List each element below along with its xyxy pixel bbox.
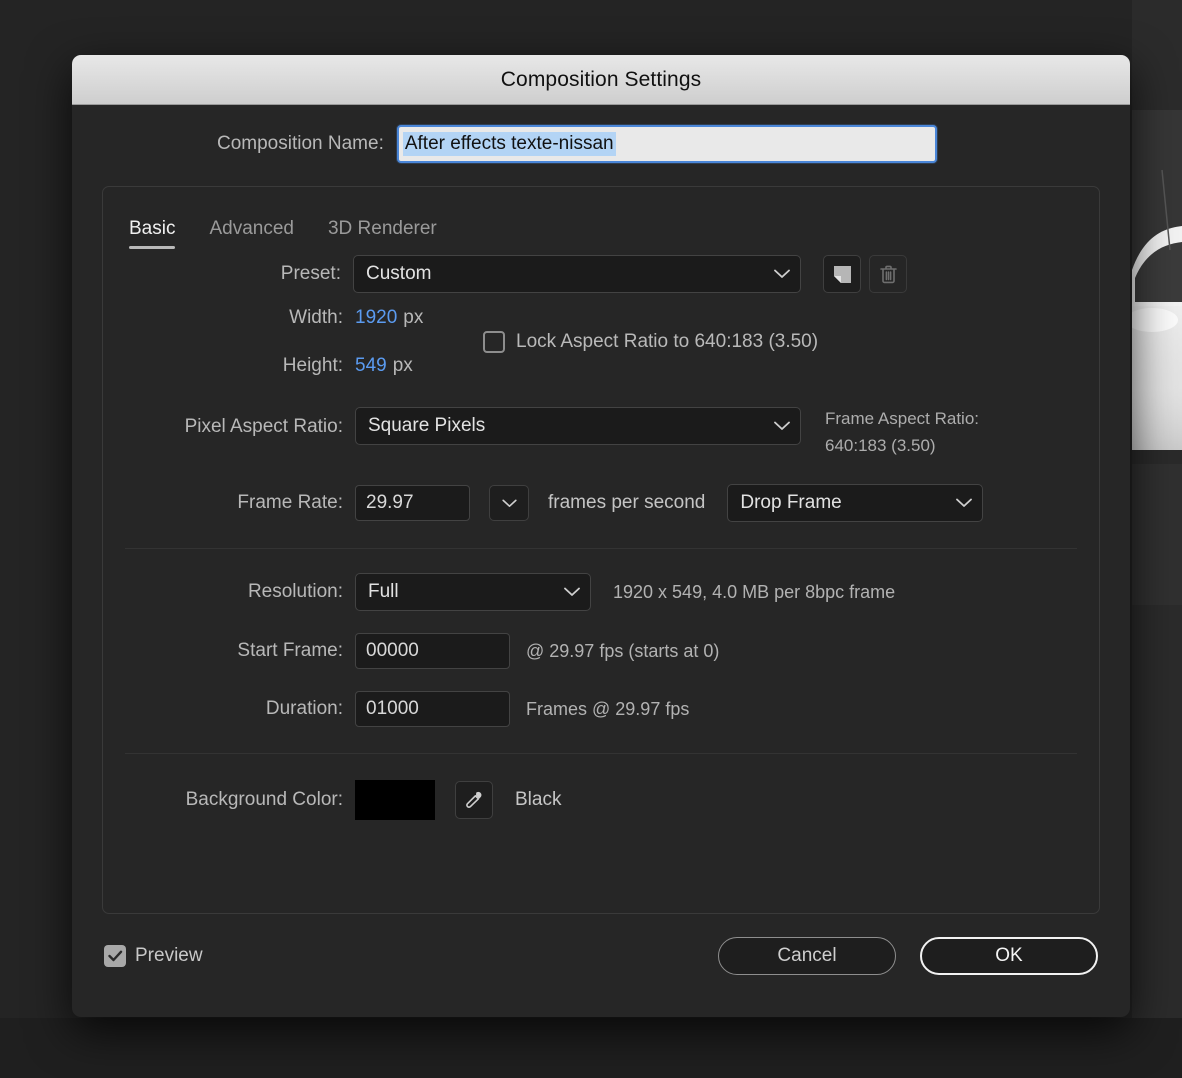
separator-2 xyxy=(125,753,1077,754)
preset-value: Custom xyxy=(366,263,432,284)
preview-checkbox-row[interactable]: Preview xyxy=(104,945,203,967)
tab-advanced[interactable]: Advanced xyxy=(209,218,294,249)
lock-aspect-ratio-checkbox[interactable] xyxy=(483,331,505,353)
background-color-row: Background Color: Black xyxy=(125,780,1077,820)
duration-info: Frames @ 29.97 fps xyxy=(526,698,690,719)
dimensions-block: Width: 1920 px Height: 549 px Lock Aspec… xyxy=(125,299,1077,405)
frame-rate-unit-label: frames per second xyxy=(548,492,706,513)
pixel-aspect-ratio-row: Pixel Aspect Ratio: Square Pixels Frame … xyxy=(125,407,1077,456)
eyedropper-icon xyxy=(466,791,482,808)
chevron-down-icon xyxy=(501,499,517,507)
ok-button[interactable]: OK xyxy=(920,937,1098,975)
pixel-aspect-ratio-label: Pixel Aspect Ratio: xyxy=(184,416,343,437)
frame-rate-label: Frame Rate: xyxy=(237,492,343,513)
width-label: Width: xyxy=(289,307,343,328)
composition-settings-dialog: Composition Settings Composition Name: A… xyxy=(72,55,1130,1017)
preview-checkbox[interactable] xyxy=(104,945,126,967)
pixel-aspect-ratio-value: Square Pixels xyxy=(368,415,486,436)
width-row: Width: 1920 px xyxy=(145,307,423,329)
chevron-down-icon xyxy=(774,269,790,279)
cancel-button[interactable]: Cancel xyxy=(718,937,896,975)
dialog-titlebar: Composition Settings xyxy=(72,55,1130,105)
height-row: Height: 549 px xyxy=(145,355,413,377)
width-value[interactable]: 1920 xyxy=(355,307,397,329)
lock-aspect-ratio-row[interactable]: Lock Aspect Ratio to 640:183 (3.50) xyxy=(483,331,818,353)
preset-select[interactable]: Custom xyxy=(353,255,801,293)
save-preset-icon xyxy=(833,265,851,283)
lock-aspect-ratio-label: Lock Aspect Ratio to 640:183 (3.50) xyxy=(516,331,819,352)
trash-icon xyxy=(879,265,897,283)
start-frame-value: 00000 xyxy=(366,640,419,661)
frame-rate-dropdown-button[interactable] xyxy=(489,485,529,521)
eyedropper-button[interactable] xyxy=(455,781,493,819)
background-footer-bar xyxy=(0,1018,1182,1078)
resolution-label: Resolution: xyxy=(247,581,343,602)
height-label: Height: xyxy=(282,355,343,376)
frame-aspect-ratio-label: Frame Aspect Ratio: xyxy=(825,409,980,428)
background-color-label: Background Color: xyxy=(185,789,343,810)
resolution-value: Full xyxy=(368,581,399,602)
frame-rate-input[interactable]: 29.97 xyxy=(355,485,470,521)
duration-row: Duration: 01000 Frames @ 29.97 fps xyxy=(125,691,1077,727)
frame-aspect-ratio-block: Frame Aspect Ratio: 640:183 (3.50) xyxy=(825,407,979,456)
preset-buttons xyxy=(823,255,907,293)
settings-panel: Basic Advanced 3D Renderer Preset: Custo… xyxy=(102,186,1100,914)
width-unit: px xyxy=(403,307,424,328)
save-preset-button[interactable] xyxy=(823,255,861,293)
background-color-swatch[interactable] xyxy=(355,780,435,820)
height-value[interactable]: 549 xyxy=(355,355,387,377)
drop-frame-value: Drop Frame xyxy=(740,492,842,513)
background-color-name: Black xyxy=(515,789,562,810)
preset-row: Preset: Custom xyxy=(125,255,1077,293)
composition-viewer-strip xyxy=(1132,110,1182,605)
frame-rate-value: 29.97 xyxy=(366,492,414,513)
tab-basic[interactable]: Basic xyxy=(129,218,176,249)
duration-input[interactable]: 01000 xyxy=(355,691,510,727)
duration-value: 01000 xyxy=(366,698,419,719)
drop-frame-select[interactable]: Drop Frame xyxy=(727,484,984,522)
start-frame-row: Start Frame: 00000 @ 29.97 fps (starts a… xyxy=(125,633,1077,669)
tab-3d-renderer[interactable]: 3D Renderer xyxy=(328,218,437,249)
start-frame-info: @ 29.97 fps (starts at 0) xyxy=(526,640,720,661)
composition-name-input[interactable]: After effects texte-nissan xyxy=(396,125,937,163)
chevron-down-icon xyxy=(774,421,790,431)
resolution-info: 1920 x 549, 4.0 MB per 8bpc frame xyxy=(613,581,896,602)
pixel-aspect-ratio-select[interactable]: Square Pixels xyxy=(355,407,801,445)
composition-name-value: After effects texte-nissan xyxy=(402,132,616,156)
frame-aspect-ratio-value: 640:183 (3.50) xyxy=(825,436,936,455)
preview-label: Preview xyxy=(135,945,203,966)
frame-rate-row: Frame Rate: 29.97 frames per second Drop… xyxy=(125,484,1077,522)
duration-label: Duration: xyxy=(265,698,343,719)
resolution-row: Resolution: Full 1920 x 549, 4.0 MB per … xyxy=(125,573,1077,611)
composition-name-row: Composition Name: After effects texte-ni… xyxy=(102,105,1100,183)
height-unit: px xyxy=(392,355,413,376)
dialog-title: Composition Settings xyxy=(500,67,702,91)
check-icon xyxy=(107,950,122,962)
composition-name-label: Composition Name: xyxy=(217,133,384,154)
delete-preset-button[interactable] xyxy=(869,255,907,293)
resolution-select[interactable]: Full xyxy=(355,573,591,611)
chevron-down-icon xyxy=(956,498,973,508)
start-frame-input[interactable]: 00000 xyxy=(355,633,510,669)
start-frame-label: Start Frame: xyxy=(237,640,343,661)
separator-1 xyxy=(125,548,1077,549)
dialog-footer: Preview Cancel OK xyxy=(102,914,1100,998)
preset-label: Preset: xyxy=(280,263,341,284)
tab-bar: Basic Advanced 3D Renderer xyxy=(125,187,1077,249)
chevron-down-icon xyxy=(564,587,580,597)
car-image xyxy=(1132,110,1182,605)
